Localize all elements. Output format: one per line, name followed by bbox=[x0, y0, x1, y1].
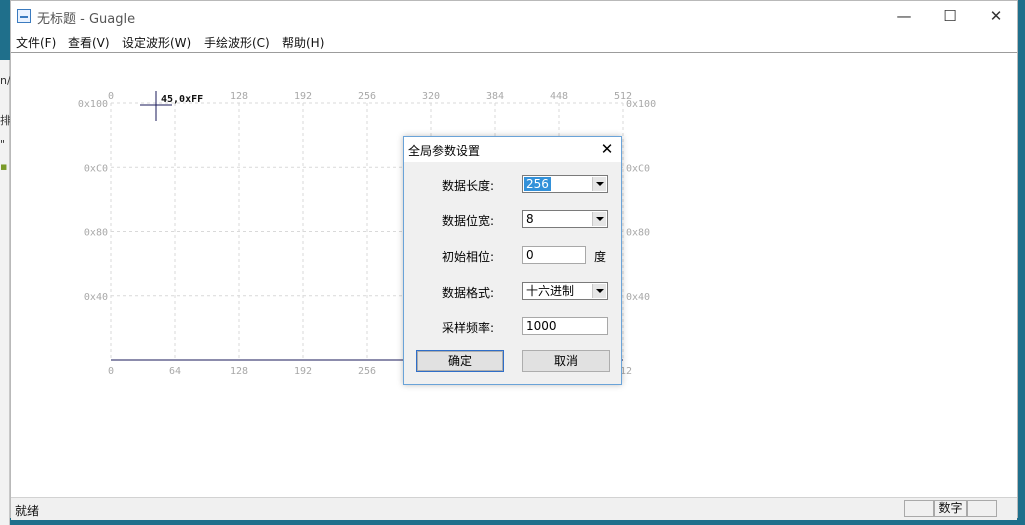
menu-set-waveform[interactable]: 设定波形(W) bbox=[122, 34, 191, 51]
y-tick-label-right: 0x40 bbox=[626, 292, 650, 303]
app-icon[interactable] bbox=[17, 9, 31, 23]
status-bar: 就绪 数字 bbox=[11, 497, 1017, 520]
y-tick-label-right: 0xC0 bbox=[626, 163, 650, 174]
bit-width-select[interactable]: 8 bbox=[522, 210, 608, 228]
maximize-button[interactable]: ☐ bbox=[927, 1, 973, 31]
title-bar[interactable]: 无标题 - Guagle — ☐ ✕ bbox=[11, 1, 1017, 31]
initial-phase-label: 初始相位: bbox=[442, 250, 495, 264]
menu-file[interactable]: 文件(F) bbox=[16, 34, 56, 51]
x-tick-label-top: 192 bbox=[294, 91, 312, 102]
cursor-readout: 45,0xFF bbox=[161, 94, 203, 105]
chevron-down-icon[interactable] bbox=[592, 212, 606, 226]
sample-rate-input[interactable]: 1000 bbox=[522, 317, 608, 335]
data-length-select[interactable]: 256 bbox=[522, 175, 608, 193]
y-tick-label-right: 0x100 bbox=[626, 99, 656, 110]
x-tick-label-top: 320 bbox=[422, 91, 440, 102]
dialog-title: 全局参数设置 bbox=[408, 144, 481, 158]
window-title: 无标题 - Guagle bbox=[37, 12, 136, 27]
initial-phase-input[interactable]: 0 bbox=[522, 246, 586, 264]
x-tick-label-bottom: 64 bbox=[169, 366, 181, 377]
ok-button[interactable]: 确定 bbox=[416, 350, 504, 372]
menu-help[interactable]: 帮助(H) bbox=[282, 34, 324, 51]
menu-view[interactable]: 查看(V) bbox=[68, 34, 110, 51]
x-tick-label-bottom: 256 bbox=[358, 366, 376, 377]
data-length-value: 256 bbox=[524, 177, 551, 191]
menu-bar: 文件(F) 查看(V) 设定波形(W) 手绘波形(C) 帮助(H) bbox=[11, 31, 1017, 53]
status-pane-numlock: 数字 bbox=[934, 500, 967, 517]
y-tick-label-right: 0x80 bbox=[626, 228, 650, 239]
chevron-down-icon[interactable] bbox=[592, 177, 606, 191]
data-format-label: 数据格式: bbox=[442, 286, 495, 300]
y-tick-label-left: 0x80 bbox=[84, 228, 108, 239]
y-tick-label-left: 0x40 bbox=[84, 292, 108, 303]
data-length-label: 数据长度: bbox=[442, 179, 495, 193]
sample-rate-label: 采样频率: bbox=[442, 321, 495, 335]
background-text-fragment: ▪ bbox=[0, 160, 8, 173]
x-tick-label-bottom: 128 bbox=[230, 366, 248, 377]
x-tick-label-top: 256 bbox=[358, 91, 376, 102]
status-text: 就绪 bbox=[15, 504, 40, 518]
status-pane bbox=[967, 500, 997, 517]
background-window-strip: n/ 排 " ▪ bbox=[0, 60, 11, 525]
bit-width-value: 8 bbox=[526, 212, 534, 226]
initial-phase-unit: 度 bbox=[594, 250, 607, 264]
data-format-select[interactable]: 十六进制 bbox=[522, 282, 608, 300]
x-tick-label-top: 384 bbox=[486, 91, 504, 102]
x-tick-label-bottom: 0 bbox=[108, 366, 114, 377]
x-tick-label-top: 0 bbox=[108, 91, 114, 102]
dialog-close-icon[interactable]: ✕ bbox=[599, 140, 615, 158]
chevron-down-icon[interactable] bbox=[592, 284, 606, 298]
x-tick-label-top: 128 bbox=[230, 91, 248, 102]
dialog-title-bar[interactable]: 全局参数设置 ✕ bbox=[404, 137, 621, 162]
minimize-button[interactable]: — bbox=[881, 1, 927, 31]
y-tick-label-left: 0x100 bbox=[78, 99, 108, 110]
y-tick-label-left: 0xC0 bbox=[84, 163, 108, 174]
x-tick-label-bottom: 192 bbox=[294, 366, 312, 377]
data-format-value: 十六进制 bbox=[526, 284, 575, 298]
close-button[interactable]: ✕ bbox=[973, 1, 1019, 31]
menu-draw-waveform[interactable]: 手绘波形(C) bbox=[204, 34, 270, 51]
status-pane bbox=[904, 500, 934, 517]
global-settings-dialog: 全局参数设置 ✕ 数据长度: 256 数据位宽: 8 初始相位: 0 度 数据格… bbox=[403, 136, 622, 385]
x-tick-label-top: 448 bbox=[550, 91, 568, 102]
bit-width-label: 数据位宽: bbox=[442, 214, 495, 228]
cancel-button[interactable]: 取消 bbox=[522, 350, 610, 372]
background-text-fragment: " bbox=[0, 138, 6, 151]
